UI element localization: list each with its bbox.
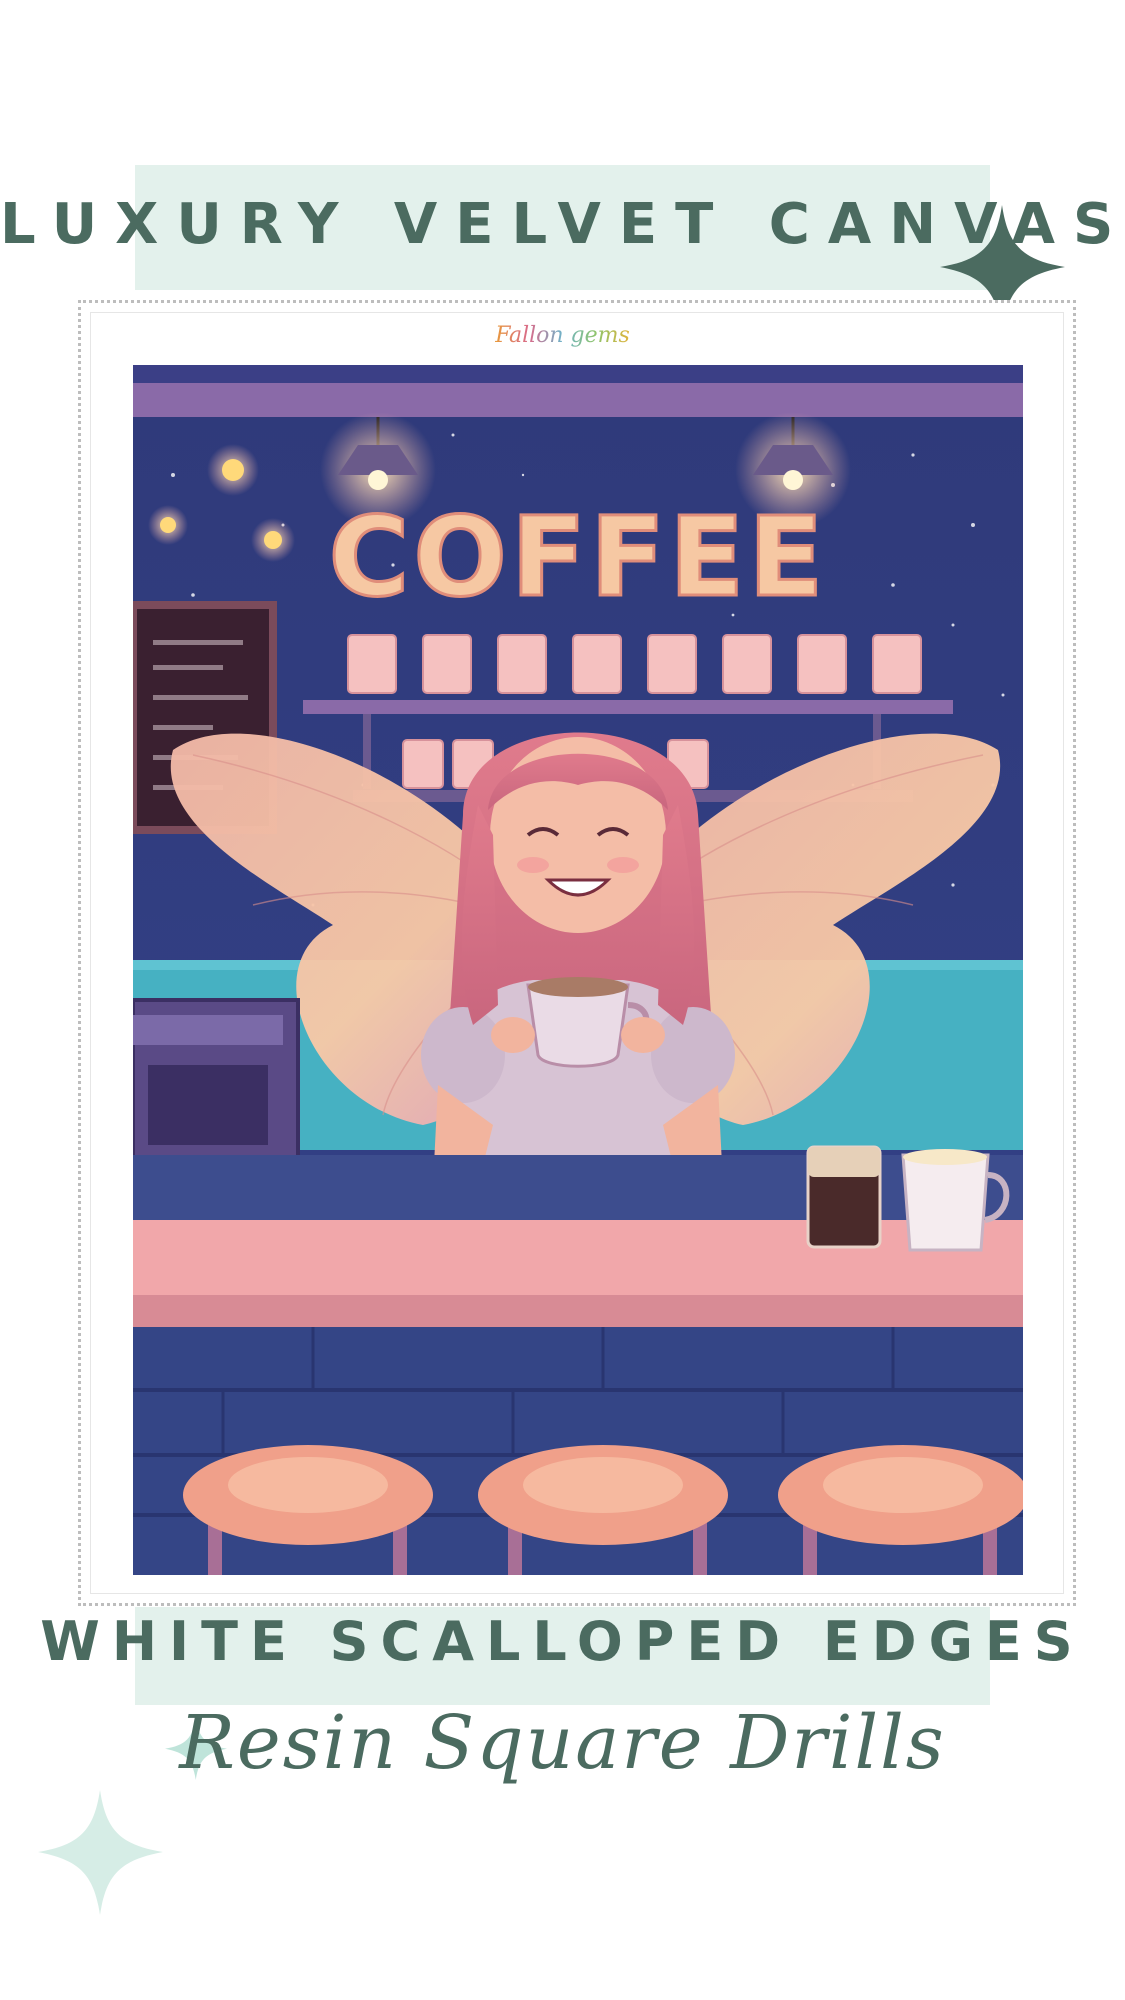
brand-logo: Fallon gems <box>495 323 630 348</box>
coffee-sign: COFFEE <box>329 493 828 621</box>
drills-script-text: Resin Square Drills <box>179 1700 946 1786</box>
artwork-image: COFFEE <box>133 365 1023 1575</box>
sparkle-large-icon <box>38 1790 163 1915</box>
feature-heading: WHITE SCALLOPED EDGES <box>40 1610 1085 1673</box>
